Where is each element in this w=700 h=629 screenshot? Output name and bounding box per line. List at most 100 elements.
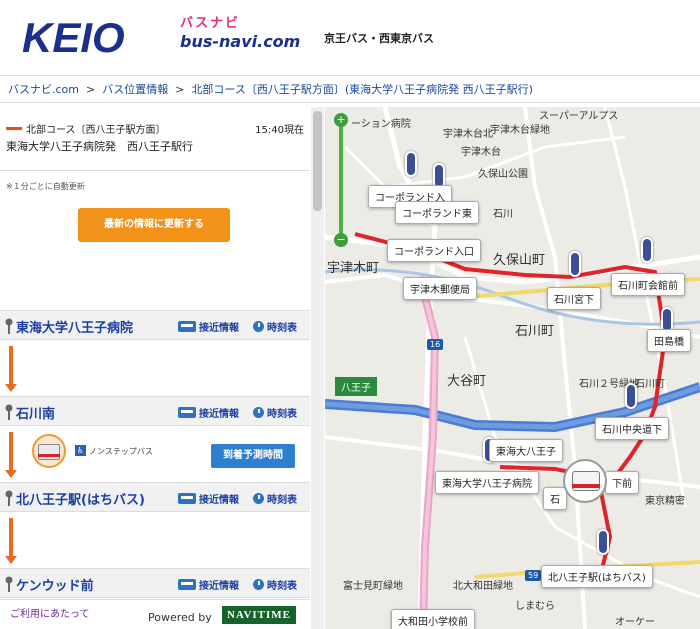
stop-name-link[interactable]: 東海大学八王子病院 [16,317,133,336]
zoom-control[interactable]: + − [334,113,348,247]
bus-stop-marker[interactable] [569,251,581,277]
map-place-label: 大谷町 [447,374,487,389]
busnavi-logo[interactable]: バスナビ bus-navi.com [180,12,310,56]
busnavi-text: bus-navi.com [180,32,301,51]
map[interactable]: + − ーション病院 宇津木台北 宇津木台緑地 スーパーアルプス 宇津木台 久保… [325,107,700,629]
timetable-link[interactable]: 時刻表 [253,319,297,334]
map-stop-label[interactable]: コーポランド東 [395,201,479,224]
timetable-link[interactable]: 時刻表 [253,491,297,506]
scrollbar[interactable] [311,107,324,629]
breadcrumb-separator: > [175,83,185,96]
map-stop-label[interactable]: 下前 [605,471,639,494]
approach-info-link[interactable]: 接近情報 [178,577,239,592]
timetable-label: 時刻表 [267,495,297,506]
map-stop-label[interactable]: 東海大八王子 [489,439,563,462]
clock-icon [253,321,264,332]
stop-pin-icon [5,318,13,334]
zoom-slider-track[interactable] [339,123,343,237]
route-arrow [9,518,13,556]
timetable-label: 時刻表 [267,409,297,420]
arrow-down-icon [5,384,17,392]
map-place-label: 久保山公園 [478,169,528,180]
bus-stop-marker[interactable] [641,237,653,263]
map-stop-label[interactable]: 石川中央道下 [595,417,669,440]
powered-by-label: Powered by [148,611,212,624]
map-stop-label[interactable]: 石川町会館前 [611,273,685,296]
map-place-label: 東京精密 [645,496,685,507]
timetable-link[interactable]: 時刻表 [253,405,297,420]
map-place-label: ーション病院 [351,119,411,130]
bus-stop-marker[interactable] [405,151,417,177]
map-stop-label[interactable]: 大和田小学校前 [391,609,475,629]
scrollbar-thumb[interactable] [313,111,322,211]
bus-photo-icon[interactable] [32,434,66,468]
map-stop-label[interactable]: コーポランド入口 [387,239,481,262]
approach-label: 接近情報 [199,581,239,592]
route-name: 北部コース〔西八王子駅方面〕 [26,125,166,136]
map-place-label: 石川町 [635,379,665,390]
map-stop-label[interactable]: 石 [543,487,567,510]
map-place-label: 宇津木町 [327,261,380,276]
timetable-label: 時刻表 [267,581,297,592]
map-place-label: オーケー [615,617,655,628]
zoom-in-button[interactable]: + [334,113,348,127]
map-stop-label[interactable]: 東海大学八王子病院 [435,471,539,494]
map-place-label: 宇津木台 [461,147,501,158]
svg-text:KEIO: KEIO [22,14,125,58]
breadcrumb-home[interactable]: バスナビ.com [8,83,79,96]
map-place-label: 石川町 [515,324,555,339]
keio-logo[interactable]: KEIO [20,14,170,58]
route-gap [0,342,310,396]
update-time: 15:40現在 [255,125,304,136]
stop-row: 石川南 接近情報 時刻表 [0,396,310,426]
current-bus-marker[interactable] [563,459,607,503]
breadcrumb-bus-location[interactable]: バス位置情報 [102,83,168,96]
route-panel: 北部コース〔西八王子駅方面〕 15:40現在 東海大学八王子病院発 西八王子駅行… [0,107,310,629]
approach-label: 接近情報 [199,495,239,506]
auto-update-note: ※１分ごとに自動更新 [6,182,85,191]
nonstep-bus-label: ノンステップバス [89,447,153,456]
bus-body [38,444,60,460]
map-place-label: 宇津木台北 [443,129,493,140]
clock-icon [253,493,264,504]
approach-info-link[interactable]: 接近情報 [178,491,239,506]
bus-stop-marker[interactable] [625,383,637,409]
stop-pin-icon [5,490,13,506]
map-stop-label[interactable]: 宇津木郵便局 [403,277,477,300]
company-name: 京王バス・西東京バス [324,32,434,45]
map-stop-label[interactable]: 石川宮下 [547,287,601,310]
bus-icon [178,321,196,332]
bus-stop-marker[interactable] [597,529,609,555]
map-place-label: 石川 [493,209,513,220]
header: KEIO バスナビ bus-navi.com 京王バス・西東京バス [0,0,700,75]
approach-info-link[interactable]: 接近情報 [178,319,239,334]
stop-row: ケンウッド前 接近情報 時刻表 [0,568,310,598]
refresh-button[interactable]: 最新の情報に更新する [78,208,230,242]
breadcrumb: バスナビ.com > バス位置情報 > 北部コース〔西八王子駅方面〕(東海大学八王子病院… [0,75,700,103]
bus-icon [178,493,196,504]
bus-body [572,471,600,491]
route-description: 東海大学八王子病院発 西八王子駅行 [6,140,193,153]
map-place-label: しまむら [515,601,555,612]
route-arrow [9,346,13,384]
zoom-out-button[interactable]: − [334,233,348,247]
approach-label: 接近情報 [199,323,239,334]
route-shield: 59 [525,570,542,581]
breadcrumb-current-route[interactable]: 北部コース〔西八王子駅方面〕(東海大学八王子病院発 西八王子駅行) [191,83,533,96]
timetable-link[interactable]: 時刻表 [253,577,297,592]
stop-name-link[interactable]: 石川南 [16,403,55,422]
stop-name-link[interactable]: ケンウッド前 [16,575,94,594]
approach-info-link[interactable]: 接近情報 [178,405,239,420]
bus-stripe [572,484,600,488]
busnavi-kana: バスナビ [180,16,241,31]
stop-row: 東海大学八王子病院 接近情報 時刻表 [0,310,310,340]
terms-link[interactable]: ご利用にあたって [10,605,90,620]
stop-name-link[interactable]: 北八王子駅(はちバス) [16,489,145,508]
navitime-logo[interactable]: NAVITIME [222,606,296,624]
map-stop-label[interactable]: 田島橋 [647,329,691,352]
breadcrumb-separator: > [86,83,96,96]
map-place-label: 富士見町緑地 [343,581,403,592]
arrival-time-button[interactable]: 到着予測時間 [211,444,295,468]
map-stop-label[interactable]: 北八王子駅(はちバス) [541,565,653,588]
map-place-label: 久保山町 [493,253,546,268]
